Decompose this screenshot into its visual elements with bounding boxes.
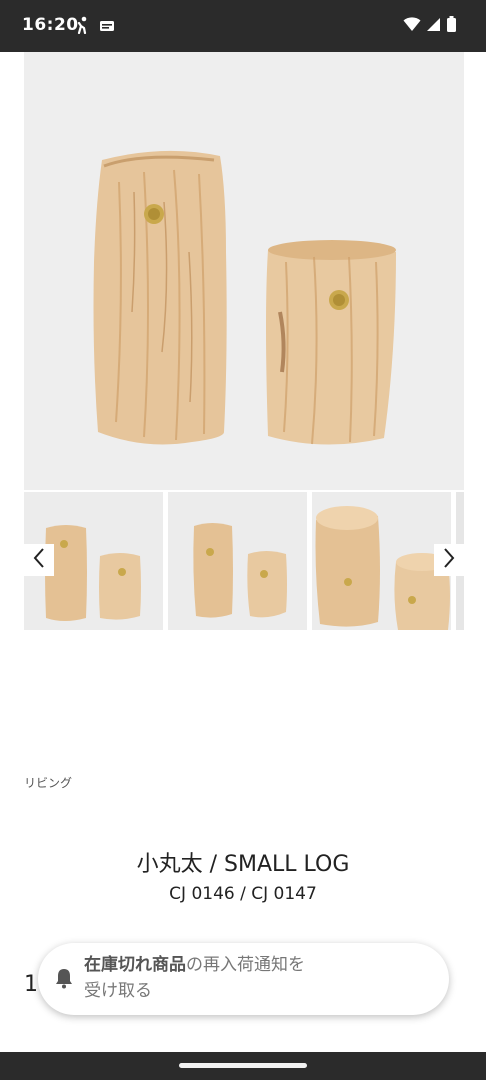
battery-icon: [447, 16, 456, 36]
status-time: 16:20: [22, 15, 79, 35]
quantity-value[interactable]: 1: [24, 972, 38, 997]
home-gesture-handle[interactable]: [179, 1063, 307, 1068]
log-stools-illustration: [24, 52, 464, 490]
activity-icon: [75, 16, 89, 38]
product-title: 小丸太 / SMALL LOG: [136, 852, 350, 877]
status-bar: 16:20: [0, 0, 486, 52]
restock-notify-button[interactable]: 在庫切れ商品の再入荷通知を 受け取る: [38, 943, 449, 1015]
product-category[interactable]: リビング: [24, 774, 72, 791]
message-icon: [99, 18, 115, 37]
bell-icon: [54, 967, 74, 993]
gallery-next-button[interactable]: [434, 544, 464, 576]
product-main-image[interactable]: [24, 52, 464, 490]
wifi-icon: [403, 16, 421, 36]
thumbnail-strip: [24, 492, 464, 630]
notify-line1: の再入荷通知を: [186, 955, 305, 975]
notify-bold-text: 在庫切れ商品: [84, 955, 186, 975]
product-code: CJ 0146 / CJ 0147: [169, 884, 317, 904]
chevron-right-icon: [442, 547, 456, 573]
signal-icon: [427, 17, 441, 36]
thumbnail-2[interactable]: [168, 492, 307, 630]
thumbnail-3[interactable]: [312, 492, 451, 630]
restock-notify-text: 在庫切れ商品の再入荷通知を 受け取る: [84, 952, 374, 1004]
chevron-left-icon: [32, 547, 46, 573]
notify-line2: 受け取る: [84, 981, 152, 1001]
gallery-prev-button[interactable]: [24, 544, 54, 576]
system-nav-bar: [0, 1052, 486, 1080]
